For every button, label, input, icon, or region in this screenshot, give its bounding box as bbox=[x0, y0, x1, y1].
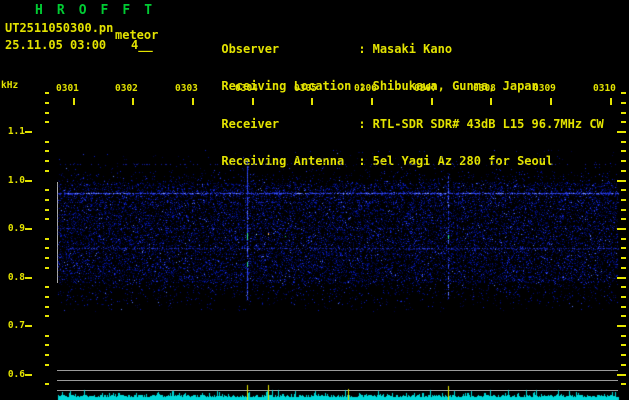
time-tick bbox=[311, 98, 313, 105]
time-tick bbox=[431, 98, 433, 105]
freq-tick-left bbox=[45, 189, 49, 192]
freq-tick-right bbox=[621, 208, 626, 211]
freq-tick-left bbox=[45, 101, 49, 104]
freq-tick-left bbox=[45, 111, 49, 114]
freq-tick-left bbox=[45, 383, 49, 386]
time-tick-label: 0307 bbox=[414, 83, 437, 94]
freq-tick-right bbox=[621, 315, 626, 318]
time-tick-label: 0302 bbox=[115, 83, 138, 94]
freq-tick-left bbox=[25, 131, 32, 133]
freq-tick-left bbox=[45, 237, 49, 240]
freq-tick-right bbox=[621, 295, 626, 298]
time-tick bbox=[371, 98, 373, 105]
time-tick-label: 0301 bbox=[56, 83, 79, 94]
time-tick bbox=[132, 98, 134, 105]
freq-tick-right bbox=[621, 305, 626, 308]
time-tick-label: 0304 bbox=[235, 83, 258, 94]
freq-tick-left bbox=[25, 373, 32, 376]
freq-tick-right bbox=[621, 237, 626, 240]
freq-tick-left bbox=[45, 140, 49, 143]
freq-tick-right bbox=[621, 111, 626, 114]
freq-tick-left bbox=[45, 150, 49, 153]
freq-tick-right bbox=[621, 101, 626, 104]
freq-tick-right bbox=[617, 228, 626, 230]
freq-tick-left bbox=[45, 315, 49, 318]
freq-tick-label: 0.7 bbox=[7, 320, 25, 331]
freq-tick-left bbox=[45, 354, 49, 357]
freq-tick-right bbox=[621, 140, 626, 143]
freq-tick-right bbox=[617, 179, 626, 182]
time-tick-label: 0306 bbox=[354, 83, 377, 94]
freq-tick-left bbox=[45, 218, 49, 221]
freq-tick-right bbox=[621, 354, 626, 357]
freq-tick-left bbox=[45, 198, 49, 201]
freq-tick-left bbox=[45, 169, 49, 172]
freq-tick-right bbox=[621, 266, 626, 269]
spectrogram-canvas bbox=[0, 0, 629, 400]
freq-tick-left bbox=[45, 305, 49, 308]
freq-tick-left bbox=[45, 334, 49, 337]
time-tick-label: 0303 bbox=[175, 83, 198, 94]
time-tick bbox=[192, 98, 194, 105]
hrofft-window: H R O F F T UT2511050300.pn meteor 25.11… bbox=[0, 0, 629, 400]
freq-tick-left bbox=[25, 228, 32, 230]
freq-tick-right bbox=[621, 198, 626, 201]
freq-tick-right bbox=[621, 169, 626, 172]
freq-tick-label: 0.8 bbox=[7, 271, 25, 283]
freq-tick-left bbox=[45, 295, 49, 298]
freq-tick-label: 1.0 bbox=[7, 174, 25, 186]
freq-tick-right bbox=[621, 257, 626, 260]
time-tick bbox=[73, 98, 75, 105]
freq-tick-right bbox=[621, 334, 626, 337]
freq-tick-left bbox=[45, 92, 49, 95]
freq-tick-right bbox=[621, 121, 626, 124]
freq-tick-right bbox=[621, 247, 626, 250]
freq-tick-left bbox=[45, 257, 49, 260]
time-tick bbox=[550, 98, 552, 105]
freq-tick-right bbox=[621, 150, 626, 153]
freq-tick-label: 1.1 bbox=[7, 126, 25, 137]
freq-tick-right bbox=[621, 92, 626, 95]
freq-tick-left bbox=[25, 276, 32, 279]
freq-tick-left bbox=[45, 344, 49, 347]
freq-tick-left bbox=[45, 247, 49, 250]
freq-tick-left bbox=[45, 266, 49, 269]
time-tick-label: 0310 bbox=[593, 83, 616, 94]
freq-tick-right bbox=[617, 131, 626, 133]
freq-tick-right bbox=[621, 344, 626, 347]
freq-tick-right bbox=[621, 363, 626, 366]
freq-tick-left bbox=[45, 121, 49, 124]
time-tick-label: 0305 bbox=[294, 83, 317, 94]
freq-tick-right bbox=[621, 286, 626, 289]
freq-tick-right bbox=[621, 218, 626, 221]
freq-tick-left bbox=[45, 208, 49, 211]
freq-tick-right bbox=[621, 160, 626, 163]
freq-tick-right bbox=[617, 373, 626, 376]
time-tick-label: 0308 bbox=[473, 83, 496, 94]
freq-axis-unit-label: kHz bbox=[1, 80, 19, 91]
time-tick-label: 0309 bbox=[533, 83, 556, 94]
freq-tick-right bbox=[617, 276, 626, 279]
freq-tick-left bbox=[45, 160, 49, 163]
freq-tick-left bbox=[45, 286, 49, 289]
freq-tick-left bbox=[25, 179, 32, 182]
freq-tick-label: 0.9 bbox=[7, 223, 25, 234]
time-tick bbox=[252, 98, 254, 105]
time-tick bbox=[610, 98, 612, 105]
freq-tick-right bbox=[617, 325, 626, 327]
freq-tick-left bbox=[25, 325, 32, 327]
time-tick bbox=[490, 98, 492, 105]
freq-tick-left bbox=[45, 363, 49, 366]
freq-tick-label: 0.6 bbox=[7, 368, 25, 380]
freq-tick-right bbox=[621, 383, 626, 386]
freq-tick-right bbox=[621, 189, 626, 192]
